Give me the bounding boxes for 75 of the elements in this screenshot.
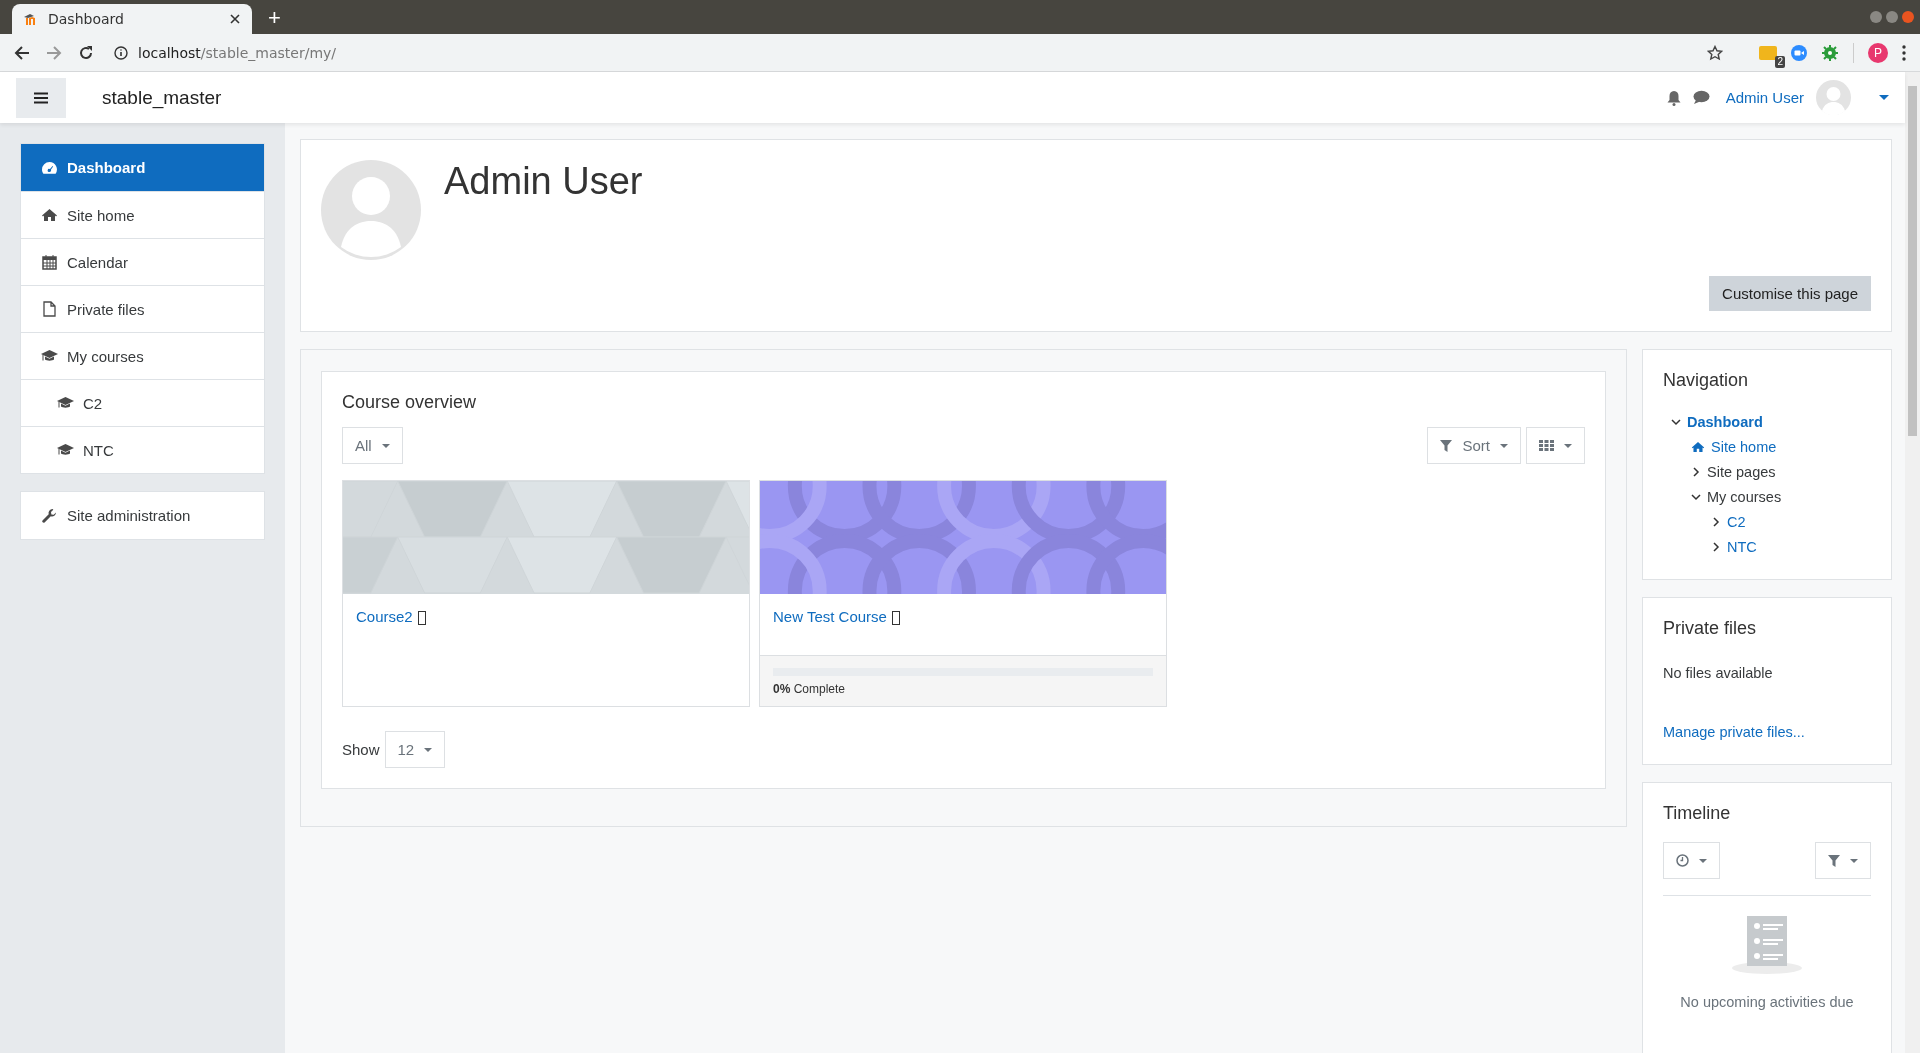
course-name-link[interactable]: New Test Course (773, 608, 887, 625)
missing-glyph-icon (891, 611, 900, 625)
filter-dropdown[interactable] (1815, 842, 1871, 879)
chevron-down-icon[interactable] (1691, 491, 1701, 502)
caret-icon[interactable] (1879, 94, 1889, 101)
new-tab-button[interactable]: + (268, 6, 281, 30)
missing-glyph-icon (417, 611, 426, 625)
sort-dropdown[interactable] (1663, 842, 1720, 879)
user-avatar-icon (321, 160, 421, 260)
filter-icon (1828, 854, 1840, 867)
clock-icon (1676, 854, 1689, 867)
tree-link[interactable]: C2 (1727, 513, 1746, 530)
reload-icon[interactable] (78, 44, 94, 61)
address-bar[interactable]: localhost/stable_master/my/ (110, 44, 1743, 61)
forward-icon[interactable] (46, 44, 62, 61)
empty-list-icon (1731, 916, 1803, 976)
empty-message: No files available (1663, 665, 1774, 681)
block-title: Course overview (342, 392, 478, 413)
menu-button[interactable] (16, 77, 66, 118)
tree-link[interactable]: NTC (1727, 538, 1757, 555)
course-name-link[interactable]: Course2 (356, 608, 413, 625)
bell-icon[interactable] (1666, 89, 1681, 106)
maximize-icon[interactable] (1886, 11, 1898, 23)
block-title: Private files (1663, 618, 1758, 639)
gauge-icon (41, 159, 58, 176)
tree-item[interactable]: Site pages (1707, 463, 1776, 480)
tree-item[interactable]: My courses (1707, 488, 1782, 505)
graduation-cap-icon (57, 395, 74, 411)
extension-badge: 2 (1775, 55, 1785, 68)
site-name[interactable]: stable_master (102, 86, 222, 109)
back-icon[interactable] (14, 44, 30, 61)
view-dropdown[interactable] (1526, 427, 1585, 464)
calendar-icon (41, 254, 58, 270)
more-icon[interactable] (1902, 44, 1906, 61)
block-title: Navigation (1663, 370, 1750, 391)
bug-icon[interactable] (1821, 43, 1839, 62)
filter-icon (1440, 439, 1453, 452)
block-title: Timeline (1663, 803, 1732, 824)
home-icon (1691, 440, 1705, 453)
minimize-icon[interactable] (1870, 11, 1882, 23)
scrollbar[interactable] (1905, 72, 1920, 1053)
tree-link[interactable]: Dashboard (1687, 413, 1763, 430)
grid-icon (1539, 440, 1554, 451)
menu-icon (34, 91, 48, 104)
empty-message: No upcoming activities due (1679, 994, 1855, 1010)
info-icon (114, 45, 128, 60)
sidebar-item[interactable]: Dashboard (21, 144, 264, 191)
video-camera-icon[interactable] (1791, 44, 1807, 61)
star-icon[interactable] (1707, 44, 1723, 61)
close-icon[interactable] (230, 14, 240, 24)
browser-tab[interactable]: Dashboard (12, 4, 252, 34)
home-icon (41, 207, 58, 223)
customise-page-button[interactable]: Customise this page (1709, 276, 1871, 311)
graduation-cap-icon (41, 348, 58, 364)
chevron-right-icon[interactable] (1711, 516, 1721, 527)
chevron-right-icon[interactable] (1691, 466, 1701, 477)
filter-dropdown[interactable]: All (342, 427, 403, 464)
close-window-icon[interactable] (1902, 11, 1914, 23)
manage-files-link[interactable]: Manage private files... (1663, 724, 1805, 740)
chat-icon[interactable] (1692, 90, 1710, 105)
profile-avatar[interactable]: P (1868, 42, 1888, 63)
per-page-dropdown[interactable]: 12 (384, 731, 446, 768)
tree-link[interactable]: Site home (1711, 438, 1777, 455)
chevron-down-icon[interactable] (1671, 416, 1681, 427)
wrench-icon (41, 507, 58, 524)
sort-dropdown[interactable]: Sort (1427, 427, 1521, 464)
graduation-cap-icon (57, 442, 74, 458)
extension-icon[interactable] (1759, 45, 1777, 60)
user-name-link[interactable]: Admin User (1725, 89, 1804, 106)
user-name-heading: Admin User (444, 160, 643, 204)
progress-text: 0% Complete (773, 682, 846, 696)
show-label: Show (342, 741, 380, 758)
chevron-right-icon[interactable] (1711, 541, 1721, 552)
course-card[interactable]: New Test Course 0% Complete (759, 480, 1167, 707)
file-icon (41, 301, 58, 317)
